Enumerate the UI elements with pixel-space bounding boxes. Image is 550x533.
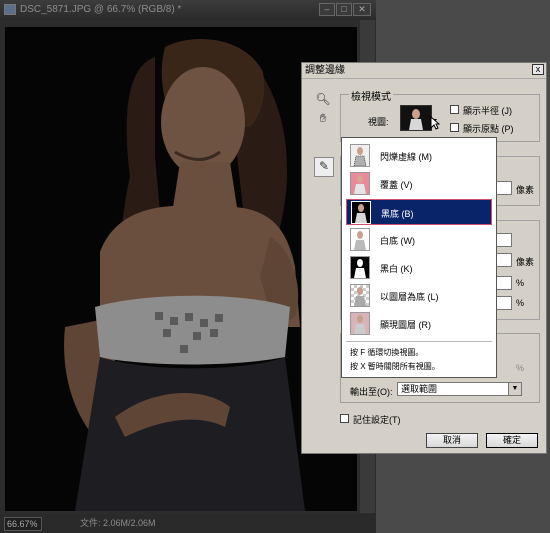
document-title-bar[interactable]: DSC_5871.JPG @ 66.7% (RGB/8) * ‒ □ ✕	[0, 0, 376, 20]
thumb-overlay	[350, 172, 370, 195]
menu-item-black-white[interactable]: 黑白 (K)	[346, 255, 492, 281]
menu-item-label: 顯現圖層 (R)	[380, 320, 431, 330]
menu-item-label: 白底 (W)	[380, 236, 415, 246]
status-bar: 66.67% 文件: 2.06M/2.06M	[0, 514, 376, 533]
document-title: DSC_5871.JPG @ 66.7% (RGB/8) *	[20, 4, 182, 15]
document-icon	[4, 4, 16, 15]
thumb-marching-ants	[350, 144, 370, 167]
shift-edge-unit: %	[516, 298, 525, 308]
feather-unit: 像素	[516, 257, 535, 267]
hand-tool-icon[interactable]: ✋︎	[315, 110, 331, 126]
show-radius-label: 顯示半徑 (J)	[463, 106, 512, 116]
dialog-close-button[interactable]: x	[532, 64, 544, 75]
close-icon[interactable]: ✕	[353, 3, 371, 16]
mouse-cursor-icon	[430, 116, 440, 130]
thumb-on-white	[350, 228, 370, 251]
output-label: 輸出至(O):	[350, 387, 393, 397]
remember-settings-label: 記住設定(T)	[353, 415, 401, 425]
menu-item-label: 閃爍虛線 (M)	[380, 152, 432, 162]
contrast-field[interactable]	[496, 276, 512, 290]
menu-hint-disable: 按 X 暫時關閉所有視圖。	[350, 362, 440, 371]
radius-field[interactable]	[496, 181, 512, 195]
ok-button[interactable]: 確定	[486, 433, 538, 448]
view-thumbnail[interactable]	[400, 105, 432, 131]
menu-item-label: 以圖層為底 (L)	[380, 292, 439, 302]
menu-item-on-white[interactable]: 白底 (W)	[346, 227, 492, 253]
refine-radius-tool-icon[interactable]: ✎	[314, 157, 334, 177]
output-dropdown-icon[interactable]: ▼	[508, 383, 521, 395]
menu-divider	[346, 341, 492, 342]
menu-item-overlay[interactable]: 覆蓋 (V)	[346, 171, 492, 197]
menu-hint-cycle: 按 F 循環切換視圖。	[350, 348, 424, 357]
cancel-button[interactable]: 取消	[426, 433, 478, 448]
file-size: 文件: 2.06M/2.06M	[80, 518, 156, 528]
zoom-field[interactable]: 66.67%	[4, 517, 42, 531]
minimize-icon[interactable]: ‒	[319, 3, 335, 16]
amount-unit: %	[516, 363, 525, 373]
shift-edge-field[interactable]	[496, 296, 512, 310]
output-select-value: 選取範圍	[401, 384, 438, 394]
thumb-reveal-layer	[350, 312, 370, 335]
show-radius-checkbox[interactable]	[450, 105, 459, 114]
thumb-black-white	[350, 256, 370, 279]
menu-item-marching-ants[interactable]: 閃爍虛線 (M)	[346, 143, 492, 169]
zoom-tool-icon[interactable]: 🔍︎	[315, 91, 331, 107]
contrast-unit: %	[516, 278, 525, 288]
menu-item-label: 黑白 (K)	[380, 264, 413, 274]
maximize-icon[interactable]: □	[336, 3, 352, 16]
menu-item-on-layers[interactable]: 以圖層為底 (L)	[346, 283, 492, 309]
dialog-title: 調整邊緣	[305, 65, 345, 76]
menu-item-label: 覆蓋 (V)	[380, 180, 413, 190]
menu-item-on-black[interactable]: 黑底 (B)	[346, 199, 492, 225]
menu-item-reveal-layer[interactable]: 顯現圖層 (R)	[346, 311, 492, 337]
feather-field[interactable]	[496, 253, 512, 267]
radius-unit: 像素	[516, 185, 535, 195]
dialog-title-bar[interactable]: 調整邊緣 x	[302, 63, 546, 79]
view-mode-legend: 檢視模式	[349, 88, 393, 103]
show-original-checkbox[interactable]	[450, 123, 459, 132]
output-select[interactable]: 選取範圍 ▼	[397, 382, 522, 396]
show-original-label: 顯示原點 (P)	[463, 124, 514, 134]
menu-item-label: 黑底 (B)	[381, 209, 414, 219]
smooth-field[interactable]	[496, 233, 512, 247]
remember-settings-checkbox[interactable]	[340, 414, 349, 423]
thumb-on-layers	[350, 284, 370, 307]
thumb-on-black	[351, 201, 371, 224]
view-mode-menu: 閃爍虛線 (M) 覆蓋 (V) 黑底 (B) 白底 (W) 黑白 (K) 以圖層…	[341, 137, 497, 378]
view-label: 視圖:	[368, 117, 389, 127]
